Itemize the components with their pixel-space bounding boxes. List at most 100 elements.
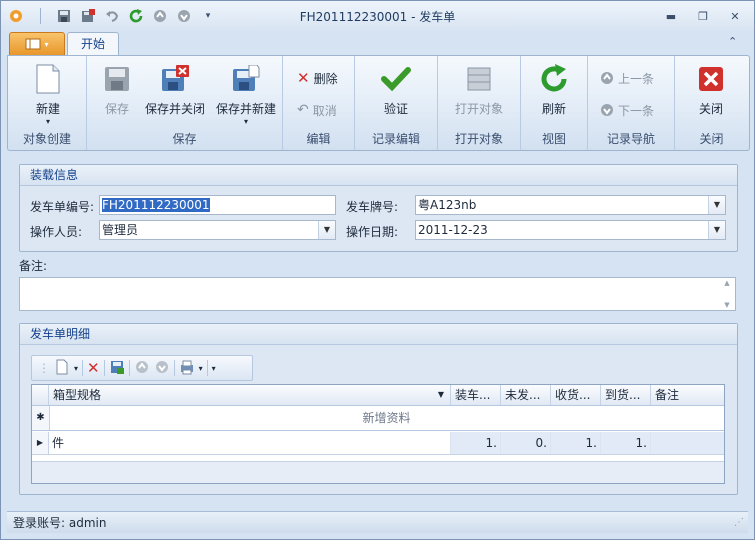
chevron-down-icon: ▾ — [243, 117, 248, 126]
cell-arrive[interactable]: 1. — [601, 432, 651, 454]
operator-dropdown[interactable]: 管理员 ▼ — [99, 220, 336, 240]
group-open-object: 打开对象 打开对象 — [438, 56, 521, 150]
status-bar: 登录账号: admin ⋰ — [7, 511, 748, 533]
filter-dropdown-icon[interactable]: ▼ — [438, 385, 444, 405]
col-header-spec[interactable]: 箱型规格 ▼ — [49, 385, 451, 405]
toolbar-separator — [103, 360, 105, 376]
open-object-icon — [462, 62, 496, 96]
open-object-button[interactable]: 打开对象 — [448, 60, 510, 117]
ribbon: 新建 ▾ 对象创建 保存 保存并关闭 保存并新建 ▾ 保存 ✕ 删除 ↶ 取消 … — [7, 55, 750, 151]
down-arrow-icon — [601, 104, 613, 116]
minimize-icon[interactable]: ▬ — [660, 7, 682, 25]
ribbon-tab-row: ▾ 开始 ⌃ — [1, 31, 754, 56]
row-indicator-header — [32, 385, 49, 405]
order-no-field[interactable]: FH201112230001 — [99, 195, 336, 215]
col-header-unsent[interactable]: 未发... — [501, 385, 551, 405]
chevron-down-icon: ▾ — [45, 117, 50, 126]
col-header-arrive[interactable]: 到货... — [601, 385, 651, 405]
cell-recv[interactable]: 1. — [551, 432, 601, 454]
toolbar-separator — [173, 360, 175, 376]
delete-icon: ✕ — [297, 69, 310, 87]
order-no-label: 发车单编号: — [30, 200, 95, 214]
save-new-button[interactable]: 保存并新建 ▾ — [213, 60, 279, 126]
app-menu-button[interactable]: ▾ — [9, 32, 65, 56]
delete-button[interactable]: ✕ 删除 — [297, 67, 338, 89]
group-object-create: 新建 ▾ 对象创建 — [8, 56, 87, 150]
toolbar-separator — [82, 360, 84, 376]
restore-icon[interactable]: ❐ — [692, 7, 714, 25]
cell-note[interactable] — [651, 432, 724, 454]
new-row-icon: ✱ — [32, 406, 50, 430]
group-save: 保存 保存并关闭 保存并新建 ▾ 保存 — [87, 56, 283, 150]
row-indicator-icon: ▶ — [32, 432, 49, 454]
save-close-button[interactable]: 保存并关闭 — [141, 60, 209, 117]
window-title: FH201112230001 - 发车单 — [299, 10, 456, 24]
chevron-down-icon[interactable]: ▼ — [318, 221, 335, 239]
date-picker[interactable]: 2011-12-23 ▼ — [415, 220, 726, 240]
detail-title: 发车单明细 — [20, 324, 737, 345]
next-record-button[interactable]: 下一条 — [600, 99, 654, 121]
detail-grid: 箱型规格 ▼ 装车... 未发... 收货... 到货... 备注 ✱ 新增资料… — [31, 384, 725, 484]
grid-header: 箱型规格 ▼ 装车... 未发... 收货... 到货... 备注 — [32, 385, 724, 406]
save-icon — [100, 62, 134, 96]
new-button[interactable]: 新建 ▾ — [22, 60, 74, 126]
grid-new-icon[interactable] — [54, 359, 70, 378]
chevron-down-icon: ▾ — [44, 39, 49, 49]
refresh-button[interactable]: 刷新 — [531, 60, 577, 117]
remark-textarea[interactable]: ▲ ▼ — [19, 277, 736, 311]
grid-save-icon[interactable] — [109, 359, 125, 378]
group-record-edit: 验证 记录编辑 — [355, 56, 438, 150]
grid-down-icon[interactable] — [154, 359, 170, 378]
chevron-down-icon[interactable]: ▾ — [199, 364, 203, 373]
toolbar-overflow-icon[interactable]: ▾ — [212, 364, 216, 373]
col-header-note[interactable]: 备注 — [651, 385, 724, 405]
refresh-icon — [537, 62, 571, 96]
chevron-down-icon[interactable]: ▾ — [74, 364, 78, 373]
grid-print-icon[interactable] — [179, 359, 195, 378]
scroll-down-icon: ▼ — [724, 301, 730, 309]
save-new-icon — [229, 62, 263, 96]
group-edit: ✕ 删除 ↶ 取消 编辑 — [283, 56, 355, 150]
app-menu-icon — [25, 38, 41, 50]
grid-delete-icon[interactable]: ✕ — [87, 359, 100, 377]
table-row[interactable]: ▶ 件 1. 0. 1. 1. — [32, 432, 724, 455]
date-label: 操作日期: — [346, 225, 399, 239]
grid-footer — [32, 461, 724, 483]
operator-label: 操作人员: — [30, 225, 83, 239]
undo-icon: ↶ — [297, 102, 309, 118]
group-record-nav: 上一条 下一条 记录导航 — [588, 56, 675, 150]
tab-home[interactable]: 开始 — [67, 32, 119, 56]
close-window-icon[interactable]: ✕ — [724, 7, 746, 25]
ribbon-collapse-icon[interactable]: ⌃ — [728, 35, 737, 48]
prev-record-button[interactable]: 上一条 — [600, 67, 654, 89]
col-header-load[interactable]: 装车... — [451, 385, 501, 405]
group-view: 刷新 视图 — [521, 56, 588, 150]
new-document-icon — [31, 62, 65, 96]
grid-toolbar: ⋮ ▾ ✕ ▾ ▾ — [31, 355, 253, 381]
resize-grip-icon[interactable]: ⋰ — [734, 512, 744, 534]
title-bar: ▾ FH201112230001 - 发车单 ▬ ❐ ✕ — [1, 1, 754, 31]
cell-load[interactable]: 1. — [451, 432, 501, 454]
cancel-button[interactable]: ↶ 取消 — [297, 99, 337, 121]
scroll-up-icon: ▲ — [724, 279, 730, 287]
close-icon — [694, 62, 728, 96]
new-row[interactable]: ✱ 新增资料 — [32, 406, 724, 431]
save-close-icon — [158, 62, 192, 96]
plate-label: 发车牌号: — [346, 200, 399, 214]
cell-spec[interactable]: 件 — [49, 432, 451, 454]
login-account: 登录账号: admin — [13, 516, 107, 530]
remark-label: 备注: — [19, 259, 48, 273]
col-header-recv[interactable]: 收货... — [551, 385, 601, 405]
main-window: ▾ FH201112230001 - 发车单 ▬ ❐ ✕ ▾ 开始 ⌃ 新建 ▾… — [0, 0, 755, 540]
grid-up-icon[interactable] — [134, 359, 150, 378]
up-arrow-icon — [601, 72, 613, 84]
checkmark-icon — [379, 62, 413, 96]
remark-scrollbar[interactable]: ▲ ▼ — [720, 279, 734, 309]
cell-unsent[interactable]: 0. — [501, 432, 551, 454]
plate-dropdown[interactable]: 粤A123nb ▼ — [415, 195, 726, 215]
close-button[interactable]: 关闭 — [687, 60, 735, 117]
chevron-down-icon[interactable]: ▼ — [708, 221, 725, 239]
chevron-down-icon[interactable]: ▼ — [708, 196, 725, 214]
save-button[interactable]: 保存 — [97, 60, 137, 117]
validate-button[interactable]: 验证 — [371, 60, 421, 117]
